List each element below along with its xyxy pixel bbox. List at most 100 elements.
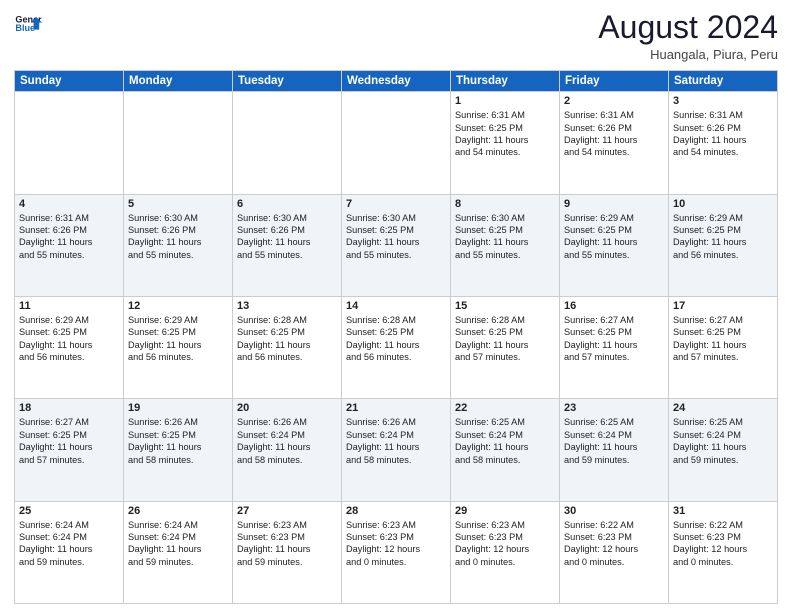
calendar-cell-3-5: 15 Sunrise: 6:28 AM Sunset: 6:25 PM Dayli…	[451, 296, 560, 398]
day-number: 7	[346, 198, 446, 210]
svg-text:Blue: Blue	[15, 23, 35, 33]
day-number: 25	[19, 505, 119, 517]
day-info: Sunrise: 6:24 AM Sunset: 6:24 PM Dayligh…	[128, 519, 228, 569]
calendar-cell-3-6: 16 Sunrise: 6:27 AM Sunset: 6:25 PM Dayli…	[560, 296, 669, 398]
day-info: Sunrise: 6:30 AM Sunset: 6:26 PM Dayligh…	[128, 212, 228, 262]
day-info: Sunrise: 6:28 AM Sunset: 6:25 PM Dayligh…	[237, 314, 337, 364]
calendar-cell-5-5: 29Sunrise: 6:23 AM Sunset: 6:23 PM Dayli…	[451, 501, 560, 603]
weekday-header-wednesday: Wednesday	[342, 71, 451, 92]
weekday-header-friday: Friday	[560, 71, 669, 92]
calendar-cell-3-2: 12 Sunrise: 6:29 AM Sunset: 6:25 PM Dayli…	[124, 296, 233, 398]
day-number: 20	[237, 402, 337, 414]
day-number: 4	[19, 198, 119, 210]
weekday-header-sunday: Sunday	[15, 71, 124, 92]
day-number: 2	[564, 95, 664, 107]
day-number: 16	[564, 300, 664, 312]
day-number: 21	[346, 402, 446, 414]
day-info: Sunrise: 6:25 AM Sunset: 6:24 PM Dayligh…	[673, 416, 773, 466]
calendar-cell-4-1: 18 Sunrise: 6:27 AM Sunset: 6:25 PM Dayli…	[15, 399, 124, 501]
day-number: 1	[455, 95, 555, 107]
day-info: Sunrise: 6:22 AM Sunset: 6:23 PM Dayligh…	[564, 519, 664, 569]
day-number: 24	[673, 402, 773, 414]
day-number: 10	[673, 198, 773, 210]
day-number: 14	[346, 300, 446, 312]
logo-icon: General Blue	[14, 10, 42, 38]
day-info: Sunrise: 6:30 AM Sunset: 6:25 PM Dayligh…	[346, 212, 446, 262]
header: General Blue August 2024 Huangala, Piura…	[14, 10, 778, 62]
calendar-cell-5-4: 28 Sunrise: 6:23 AM Sunset: 6:23 PM Dayli…	[342, 501, 451, 603]
day-info: Sunrise: 6:23 AM Sunset: 6:23 PM Dayligh…	[346, 519, 446, 569]
day-number: 23	[564, 402, 664, 414]
day-number: 19	[128, 402, 228, 414]
day-info: Sunrise: 6:29 AM Sunset: 6:25 PM Dayligh…	[128, 314, 228, 364]
calendar-cell-3-1: 11 Sunrise: 6:29 AM Sunset: 6:25 PM Dayli…	[15, 296, 124, 398]
month-title: August 2024	[598, 10, 778, 45]
calendar-cell-4-4: 21 Sunrise: 6:26 AM Sunset: 6:24 PM Dayli…	[342, 399, 451, 501]
calendar-cell-1-6: 2 Sunrise: 6:31 AM Sunset: 6:26 PM Daylig…	[560, 92, 669, 194]
day-info: Sunrise: 6:27 AM Sunset: 6:25 PM Dayligh…	[673, 314, 773, 364]
calendar-table: SundayMondayTuesdayWednesdayThursdayFrid…	[14, 70, 778, 604]
day-number: 8	[455, 198, 555, 210]
day-number: 9	[564, 198, 664, 210]
day-info: Sunrise: 6:24 AM Sunset: 6:24 PM Dayligh…	[19, 519, 119, 569]
calendar-cell-2-2: 5 Sunrise: 6:30 AM Sunset: 6:26 PM Daylig…	[124, 194, 233, 296]
day-number: 26	[128, 505, 228, 517]
calendar-cell-4-2: 19 Sunrise: 6:26 AM Sunset: 6:25 PM Dayli…	[124, 399, 233, 501]
day-number: 22	[455, 402, 555, 414]
day-number: 15	[455, 300, 555, 312]
day-number: 6	[237, 198, 337, 210]
weekday-header-thursday: Thursday	[451, 71, 560, 92]
day-info: Sunrise: 6:28 AM Sunset: 6:25 PM Dayligh…	[346, 314, 446, 364]
calendar-cell-4-7: 24 Sunrise: 6:25 AM Sunset: 6:24 PM Dayli…	[669, 399, 778, 501]
calendar-cell-5-6: 30 Sunrise: 6:22 AM Sunset: 6:23 PM Dayli…	[560, 501, 669, 603]
calendar-cell-3-4: 14 Sunrise: 6:28 AM Sunset: 6:25 PM Dayli…	[342, 296, 451, 398]
calendar-cell-1-3	[233, 92, 342, 194]
calendar-cell-2-4: 7 Sunrise: 6:30 AM Sunset: 6:25 PM Daylig…	[342, 194, 451, 296]
calendar-cell-1-7: 3 Sunrise: 6:31 AM Sunset: 6:26 PM Daylig…	[669, 92, 778, 194]
page-container: General Blue August 2024 Huangala, Piura…	[0, 0, 792, 612]
day-info: Sunrise: 6:26 AM Sunset: 6:24 PM Dayligh…	[237, 416, 337, 466]
calendar-cell-2-1: 4Sunrise: 6:31 AM Sunset: 6:26 PM Daylig…	[15, 194, 124, 296]
day-number: 28	[346, 505, 446, 517]
day-info: Sunrise: 6:31 AM Sunset: 6:25 PM Dayligh…	[455, 109, 555, 159]
day-info: Sunrise: 6:23 AM Sunset: 6:23 PM Dayligh…	[237, 519, 337, 569]
calendar-cell-5-7: 31Sunrise: 6:22 AM Sunset: 6:23 PM Dayli…	[669, 501, 778, 603]
day-number: 3	[673, 95, 773, 107]
calendar-cell-1-4	[342, 92, 451, 194]
day-number: 5	[128, 198, 228, 210]
calendar-cell-1-2	[124, 92, 233, 194]
day-number: 12	[128, 300, 228, 312]
day-number: 30	[564, 505, 664, 517]
day-number: 17	[673, 300, 773, 312]
weekday-header-monday: Monday	[124, 71, 233, 92]
day-info: Sunrise: 6:23 AM Sunset: 6:23 PM Dayligh…	[455, 519, 555, 569]
calendar-cell-2-5: 8Sunrise: 6:30 AM Sunset: 6:25 PM Daylig…	[451, 194, 560, 296]
day-number: 27	[237, 505, 337, 517]
calendar-cell-4-3: 20 Sunrise: 6:26 AM Sunset: 6:24 PM Dayli…	[233, 399, 342, 501]
calendar-cell-3-3: 13 Sunrise: 6:28 AM Sunset: 6:25 PM Dayli…	[233, 296, 342, 398]
day-info: Sunrise: 6:31 AM Sunset: 6:26 PM Dayligh…	[564, 109, 664, 159]
day-info: Sunrise: 6:27 AM Sunset: 6:25 PM Dayligh…	[564, 314, 664, 364]
day-info: Sunrise: 6:25 AM Sunset: 6:24 PM Dayligh…	[564, 416, 664, 466]
day-info: Sunrise: 6:26 AM Sunset: 6:25 PM Dayligh…	[128, 416, 228, 466]
weekday-header-saturday: Saturday	[669, 71, 778, 92]
day-info: Sunrise: 6:27 AM Sunset: 6:25 PM Dayligh…	[19, 416, 119, 466]
calendar-cell-2-6: 9 Sunrise: 6:29 AM Sunset: 6:25 PM Daylig…	[560, 194, 669, 296]
day-number: 18	[19, 402, 119, 414]
day-info: Sunrise: 6:26 AM Sunset: 6:24 PM Dayligh…	[346, 416, 446, 466]
calendar-cell-4-6: 23 Sunrise: 6:25 AM Sunset: 6:24 PM Dayli…	[560, 399, 669, 501]
weekday-header-tuesday: Tuesday	[233, 71, 342, 92]
day-info: Sunrise: 6:29 AM Sunset: 6:25 PM Dayligh…	[19, 314, 119, 364]
day-number: 11	[19, 300, 119, 312]
day-info: Sunrise: 6:29 AM Sunset: 6:25 PM Dayligh…	[673, 212, 773, 262]
calendar-cell-1-1	[15, 92, 124, 194]
title-block: August 2024 Huangala, Piura, Peru	[598, 10, 778, 62]
calendar-cell-2-3: 6Sunrise: 6:30 AM Sunset: 6:26 PM Daylig…	[233, 194, 342, 296]
day-info: Sunrise: 6:29 AM Sunset: 6:25 PM Dayligh…	[564, 212, 664, 262]
logo: General Blue	[14, 10, 42, 38]
day-number: 13	[237, 300, 337, 312]
day-info: Sunrise: 6:31 AM Sunset: 6:26 PM Dayligh…	[673, 109, 773, 159]
day-info: Sunrise: 6:28 AM Sunset: 6:25 PM Dayligh…	[455, 314, 555, 364]
location: Huangala, Piura, Peru	[598, 47, 778, 62]
calendar-cell-5-2: 26 Sunrise: 6:24 AM Sunset: 6:24 PM Dayli…	[124, 501, 233, 603]
